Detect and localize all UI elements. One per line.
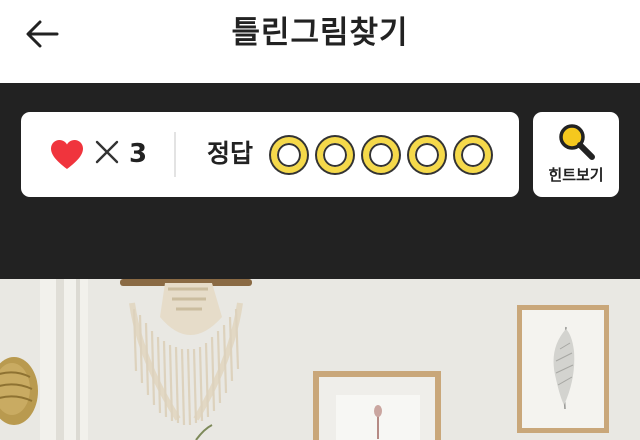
divider <box>174 132 176 177</box>
magnifier-icon <box>559 124 595 160</box>
answer-slot <box>409 137 445 173</box>
answer-slots <box>271 137 491 173</box>
answer-slot <box>271 137 307 173</box>
answer-label: 정답 <box>207 139 254 168</box>
answer-slot <box>317 137 353 173</box>
room-scene <box>0 279 640 440</box>
status-card: 3 정답 <box>21 112 519 197</box>
answer-slot <box>363 137 399 173</box>
hint-label: 힌트보기 <box>548 166 604 184</box>
hint-button[interactable]: 힌트보기 <box>533 112 619 197</box>
puzzle-image[interactable] <box>0 279 640 440</box>
bottom-frame <box>313 371 441 440</box>
feather-frame <box>517 305 609 433</box>
page-title: 틀린그림찾기 <box>231 15 409 51</box>
heart-icon <box>51 140 83 169</box>
lives-count: 3 <box>129 139 148 169</box>
times-icon <box>95 140 119 164</box>
game-status-bar: 3 정답 힌트보기 <box>0 83 640 279</box>
app-header: 틀린그림찾기 <box>0 0 640 80</box>
answer-slot <box>455 137 491 173</box>
